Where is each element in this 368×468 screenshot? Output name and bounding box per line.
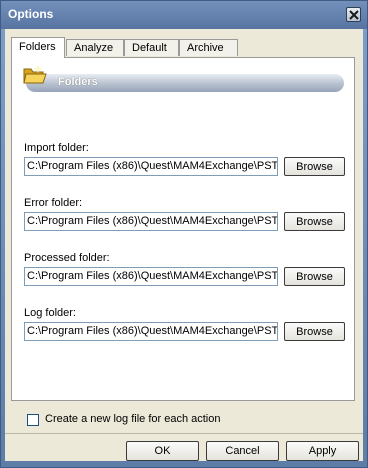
processed-browse-button[interactable]: Browse bbox=[284, 267, 345, 286]
cancel-button[interactable]: Cancel bbox=[206, 441, 279, 461]
options-window: Options Folders Analyze Default Archive … bbox=[0, 0, 368, 468]
error-folder-label: Error folder: bbox=[24, 197, 83, 209]
window-title: Options bbox=[8, 7, 54, 21]
processed-folder-field[interactable]: C:\Program Files (x86)\Quest\MAM4Exchang… bbox=[24, 267, 278, 286]
import-folder-field[interactable]: C:\Program Files (x86)\Quest\MAM4Exchang… bbox=[24, 157, 278, 176]
error-browse-button[interactable]: Browse bbox=[284, 212, 345, 231]
close-button[interactable] bbox=[346, 7, 361, 22]
processed-folder-label: Processed folder: bbox=[24, 252, 110, 264]
tab-analyze[interactable]: Analyze bbox=[66, 39, 124, 56]
log-folder-label: Log folder: bbox=[24, 307, 76, 319]
import-browse-button[interactable]: Browse bbox=[284, 157, 345, 176]
folder-icon bbox=[23, 65, 47, 84]
log-browse-button[interactable]: Browse bbox=[284, 322, 345, 341]
tab-archive[interactable]: Archive bbox=[179, 39, 238, 56]
section-title: Folders bbox=[58, 76, 98, 88]
tab-default[interactable]: Default bbox=[124, 39, 179, 56]
tab-folders[interactable]: Folders bbox=[11, 37, 65, 58]
ok-button[interactable]: OK bbox=[126, 441, 199, 461]
apply-button[interactable]: Apply bbox=[286, 441, 359, 461]
footer-divider bbox=[5, 433, 363, 434]
error-folder-field[interactable]: C:\Program Files (x86)\Quest\MAM4Exchang… bbox=[24, 212, 278, 231]
import-folder-label: Import folder: bbox=[24, 142, 89, 154]
close-icon bbox=[349, 10, 359, 20]
section-header: Folders bbox=[23, 65, 344, 92]
folders-panel: Folders Import folder: C:\Program Files … bbox=[11, 57, 355, 426]
dialog-client: Folders Analyze Default Archive Folders … bbox=[5, 29, 363, 461]
title-bar[interactable]: Options bbox=[1, 1, 367, 29]
log-folder-field[interactable]: C:\Program Files (x86)\Quest\MAM4Exchang… bbox=[24, 322, 278, 341]
new-log-label[interactable]: Create a new log file for each action bbox=[45, 413, 221, 425]
new-log-checkbox[interactable] bbox=[27, 414, 39, 426]
